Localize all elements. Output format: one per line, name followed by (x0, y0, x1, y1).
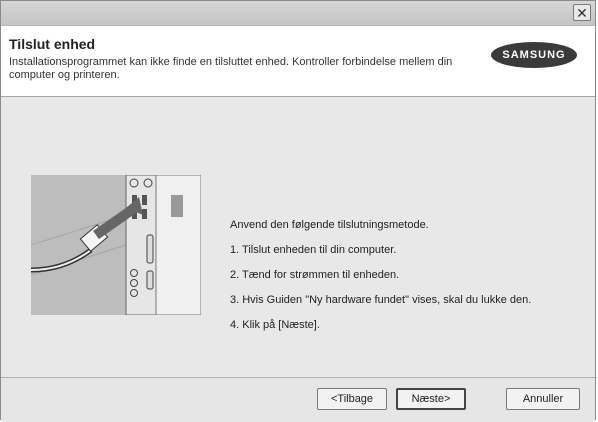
close-button[interactable]: ✕ (573, 4, 591, 21)
page-description: Installationsprogrammet kan ikke finde e… (9, 56, 453, 81)
instructions-panel: Anvend den følgende tilslutningsmetode. … (230, 213, 531, 338)
step-item: 4. Klik på [Næste]. (230, 319, 320, 331)
instructions-intro: Anvend den følgende tilslutningsmetode. (230, 219, 429, 231)
step-item: 1. Tilslut enheden til din computer. (230, 244, 397, 256)
content-area: Anvend den følgende tilslutningsmetode. … (1, 97, 595, 377)
cancel-button[interactable]: Annuller (506, 388, 580, 410)
usb-connection-illustration (31, 175, 201, 315)
samsung-logo: SAMSUNG (491, 42, 577, 68)
step-item: 3. Hvis Guiden "Ny hardware fundet" vise… (230, 294, 532, 306)
next-button[interactable]: Næste> (396, 388, 466, 410)
back-button[interactable]: <Tilbage (317, 388, 387, 410)
installer-window: ✕ Tilslut enhed Installationsprogrammet … (0, 0, 596, 422)
page-title: Tilslut enhed (9, 36, 96, 52)
step-item: 2. Tænd for strømmen til enheden. (230, 269, 400, 281)
logo-text: SAMSUNG (502, 49, 566, 61)
header-panel: Tilslut enhed Installationsprogrammet ka… (1, 26, 595, 97)
title-bar: ✕ (1, 1, 595, 26)
close-icon: ✕ (576, 4, 588, 21)
button-bar: <Tilbage Næste> Annuller (1, 377, 595, 422)
